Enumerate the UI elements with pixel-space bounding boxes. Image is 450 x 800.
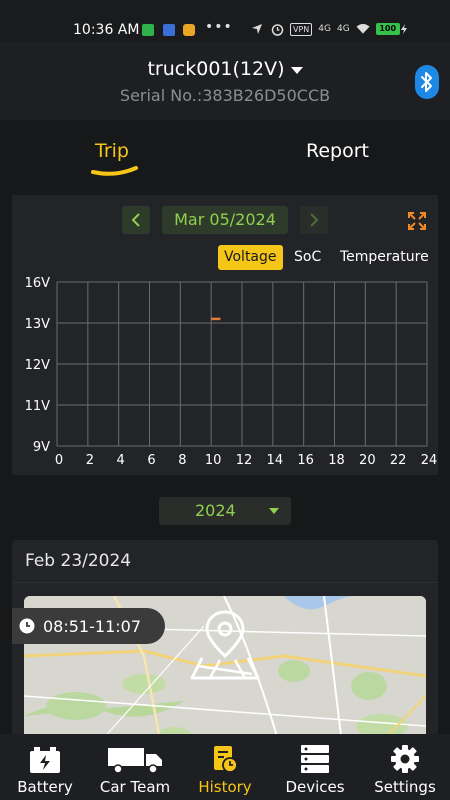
- x-tick-label: 18: [328, 453, 345, 468]
- x-tick-label: 14: [267, 453, 284, 468]
- location-icon: [250, 22, 264, 36]
- app-notification-icon: [142, 24, 154, 36]
- dropdown-caret-icon[interactable]: [290, 66, 303, 74]
- year-selector[interactable]: 2024: [159, 497, 291, 525]
- trip-date: Feb 23/2024: [25, 551, 132, 571]
- nav-battery-label: Battery: [17, 778, 73, 796]
- trip-time-range: 08:51-11:07: [43, 616, 141, 636]
- x-tick-label: 6: [147, 453, 155, 468]
- status-bar: 10:36 AM ••• VPN 4G 4G 100: [0, 0, 450, 42]
- x-tick-label: 24: [421, 453, 438, 468]
- clock-icon: [19, 618, 35, 634]
- nav-car-team-label: Car Team: [99, 778, 171, 796]
- x-tick-label: 10: [205, 453, 222, 468]
- battery-status: 100: [375, 23, 407, 35]
- x-tick-label: 16: [297, 453, 314, 468]
- x-tick-label: 8: [178, 453, 186, 468]
- tab-trip[interactable]: Trip: [95, 140, 129, 162]
- x-tick-label: 22: [390, 453, 407, 468]
- year-caret-icon[interactable]: [269, 508, 279, 514]
- bluetooth-button[interactable]: [415, 65, 439, 99]
- device-header: truck001(12V) Serial No.:383B26D50CCB: [0, 42, 450, 120]
- active-tab-indicator: [91, 166, 138, 176]
- x-tick-label: 12: [236, 453, 253, 468]
- truck-icon: [106, 740, 164, 774]
- alarm-icon: [270, 22, 284, 36]
- x-tick-label: 2: [86, 453, 94, 468]
- y-tick-label: 11V: [25, 399, 51, 414]
- voltage-chart-panel: Mar 05/2024 Voltage SoC Temperature 16V 1…: [12, 195, 438, 475]
- x-tick-label: 0: [55, 453, 63, 468]
- charging-icon: [400, 24, 407, 34]
- year-value[interactable]: 2024: [195, 501, 236, 520]
- signal-strength-1: 4G: [318, 24, 331, 34]
- device-name[interactable]: truck001(12V): [147, 58, 284, 80]
- nav-devices[interactable]: Devices: [280, 734, 350, 800]
- serial-number: Serial No.:383B26D50CCB: [119, 86, 331, 105]
- bus-notification-icon: [183, 24, 195, 36]
- nav-history[interactable]: History: [190, 734, 260, 800]
- history-icon: [212, 740, 238, 774]
- gear-icon: [390, 740, 420, 774]
- trip-time-badge: 08:51-11:07: [12, 608, 165, 644]
- vpn-badge: VPN: [290, 22, 313, 36]
- calendar-notification-icon: [163, 24, 175, 36]
- battery-icon: [27, 740, 63, 774]
- y-tick-label: 16V: [25, 276, 51, 291]
- signal-strength-2: 4G: [336, 24, 350, 34]
- x-tick-label: 20: [359, 453, 376, 468]
- more-notifications-icon: •••: [205, 19, 233, 35]
- trip-card[interactable]: Feb 23/2024 08:51-11:07: [12, 540, 438, 760]
- nav-car-team[interactable]: Car Team: [92, 734, 178, 800]
- y-tick-label: 12V: [25, 358, 51, 373]
- y-tick-label: 9V: [33, 440, 50, 455]
- y-tick-label: 13V: [25, 317, 51, 332]
- status-time: 10:36 AM: [73, 22, 140, 38]
- map-location-icon: [190, 610, 260, 680]
- nav-devices-label: Devices: [285, 778, 345, 796]
- devices-icon: [300, 740, 330, 774]
- wifi-icon: [356, 22, 370, 36]
- nav-settings[interactable]: Settings: [370, 734, 440, 800]
- nav-settings-label: Settings: [374, 778, 436, 796]
- device-selector[interactable]: truck001(12V): [0, 58, 450, 80]
- bottom-navigation: Battery Car Team History Devices Setting…: [0, 734, 450, 800]
- x-tick-label: 4: [117, 453, 125, 468]
- nav-history-label: History: [198, 778, 252, 796]
- card-divider: [12, 582, 438, 583]
- battery-level: 100: [375, 23, 400, 35]
- nav-battery[interactable]: Battery: [10, 734, 80, 800]
- bluetooth-icon: [421, 72, 432, 92]
- voltage-line-chart: 16V13V12V11V9V0 2 4 6 8 10 12 14 16 18 20 22 24: [25, 276, 438, 468]
- tab-report[interactable]: Report: [306, 140, 369, 162]
